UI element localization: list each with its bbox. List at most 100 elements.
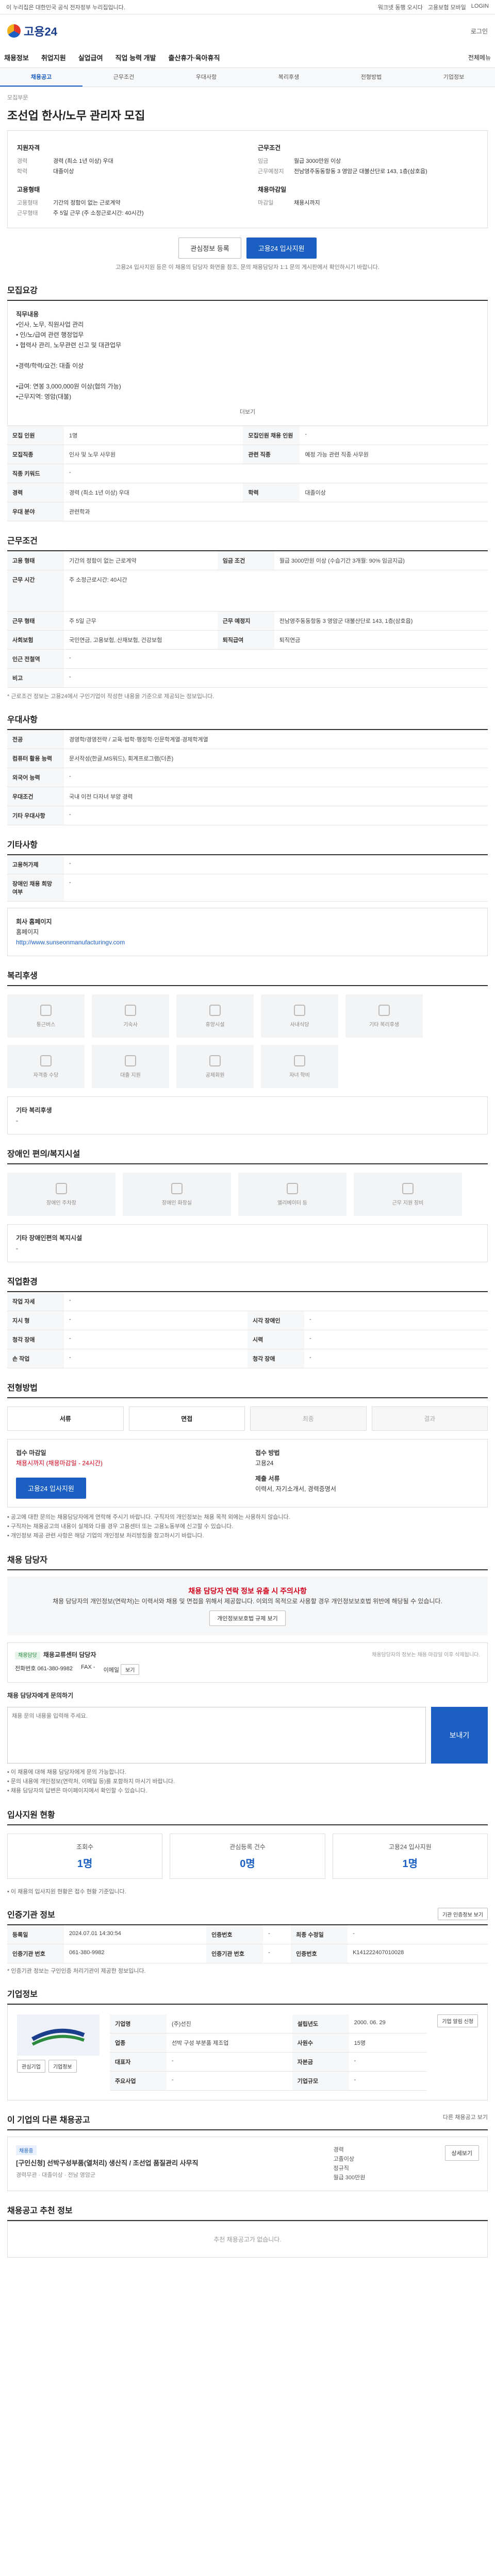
table-value: -	[167, 2052, 292, 2072]
section-title: 인증기관 정보	[7, 1911, 55, 1920]
table-key: 등록일	[7, 1925, 64, 1944]
save-interest-button[interactable]: 관심정보 등록	[178, 238, 241, 259]
table-row: 직종 키워드 -	[7, 464, 488, 483]
disability-card: 장애인 화장실	[123, 1173, 231, 1216]
interest-company-button[interactable]: 관심기업	[17, 2060, 45, 2073]
table-row: 장애인 채용 희망 여부 -	[7, 874, 488, 902]
stat-value: 0명	[240, 1858, 255, 1870]
job-card[interactable]: 채용중 [구인신청] 선박구성부품(열처리) 생산직 / 조선업 품질관리 사무…	[7, 2137, 488, 2191]
restroom-icon	[171, 1182, 183, 1194]
privacy-law-button[interactable]: 개인정보보호법 규제 보기	[209, 1611, 286, 1626]
table-key: 컴퓨터 활용 능력	[7, 749, 64, 768]
table-key: 근무 시간	[7, 570, 64, 612]
section-title-row: 인증기관 정보 기관 인증정보 보기	[7, 1908, 488, 1925]
apply-way-title: 접수 방법	[255, 1449, 280, 1456]
company-card: 관심기업 기업정보 기업명 (주)선진 설립년도 2000. 06. 29 업종 선박 …	[7, 2005, 488, 2100]
table-row: 인근 전철역 -	[7, 649, 488, 669]
stats-note: • 이 채용의 입사지원 현황은 접수 현황 기준입니다.	[7, 1889, 126, 1895]
table-row: 업종 선박 구성 부분품 제조업 사원수 15명	[110, 2033, 427, 2053]
table-value: 대졸이상	[300, 483, 488, 502]
table-value: 퇴직연금	[274, 630, 488, 650]
homepage-box: 회사 홈페이지 홈페이지 http://www.sunseonmanufactu…	[7, 908, 488, 956]
tab-conditions[interactable]: 근무조건	[82, 68, 165, 87]
table-value: -	[64, 874, 488, 902]
welfare-label: 공제회원	[205, 1072, 225, 1078]
tab-welfare[interactable]: 복리후생	[248, 68, 330, 87]
apply-button[interactable]: 고용24 입사지원	[246, 238, 317, 259]
top-link[interactable]: 고용보험 모바일	[428, 3, 466, 11]
top-link[interactable]: LOGIN	[471, 3, 489, 11]
table-value: 061-380-9982	[64, 1944, 207, 1963]
apply-button-2[interactable]: 고용24 입사지원	[16, 1478, 86, 1499]
all-menu-button[interactable]: 전체메뉴	[468, 53, 491, 62]
inquiry-textarea[interactable]	[7, 1707, 426, 1764]
job-summary: 지원자격 경력 경력 (최소 1년 이상) 우대 학력 대졸이상 고용형태 고용형태…	[7, 130, 488, 228]
mutual-aid-icon	[209, 1055, 221, 1066]
table-key: 인증기관 번호	[206, 1944, 263, 1963]
section-title: 우대사항	[7, 713, 488, 730]
table-value: 문서작성(한글,MS워드), 회계프로그램(더존)	[64, 749, 488, 768]
step-document: 서류	[7, 1406, 124, 1431]
welfare-card: 기타 복리후생	[345, 994, 423, 1038]
homepage-link[interactable]: http://www.sunseonmanufacturingv.com	[16, 937, 479, 947]
table-row: 기업명 (주)선진 설립년도 2000. 06. 29	[110, 2014, 427, 2033]
job-line: •인사, 노무, 직원사업 관리	[16, 321, 84, 328]
table-value: -	[300, 426, 488, 445]
gov-notice: 이 누리집은 대한민국 공식 전자정부 누리집입니다.	[6, 4, 125, 11]
job-line: •경력/학력/요건: 대졸 이상	[16, 362, 84, 369]
section-recommend: 채용공고 추천 정보 추천 채용공고가 없습니다.	[7, 2204, 488, 2258]
table-value: -	[64, 806, 488, 825]
summary-key: 학력	[17, 168, 28, 175]
summary-value: 주 5일 근무 (주 소정근로시간: 40시간)	[53, 210, 144, 216]
section-title-row: 이 기업의 다른 채용공고 다른 채용공고 보기	[7, 2113, 488, 2130]
section-welfare: 복리후생 통근버스 기숙사 휴양시설 사내식당 기타 복리후생 자격증 수당 대…	[7, 969, 488, 1134]
tab-selection[interactable]: 전형방법	[330, 68, 412, 87]
loan-icon	[125, 1055, 136, 1066]
job-detail-button[interactable]: 상세보기	[444, 2145, 479, 2161]
job-line	[16, 371, 479, 381]
nav-item[interactable]: 채용정보	[4, 53, 29, 62]
email-view-button[interactable]: 보기	[121, 1664, 140, 1675]
docs-value: 이력서, 자기소개서, 경력증명서	[255, 1485, 336, 1493]
nav-item[interactable]: 직업 능력 개발	[116, 53, 156, 62]
inquiry-title: 채용 담당자에게 문의하기	[7, 1692, 74, 1699]
login-link[interactable]: 로그인	[471, 27, 488, 36]
section-other-jobs: 이 기업의 다른 채용공고 다른 채용공고 보기 채용중 [구인신청] 선박구성부…	[7, 2113, 488, 2191]
table-row: 기타 우대사항 -	[7, 806, 488, 825]
table-row: 모집 인원 1명 모집인원 채용 인원 -	[7, 426, 488, 445]
nav-item[interactable]: 실업급여	[78, 53, 103, 62]
table-row: 모집직종 인사 및 노무 사무원 관련 직종 예정 가능 관련 직종 사무원	[7, 445, 488, 464]
top-link[interactable]: 워크넷 동행 오시다	[378, 3, 423, 11]
disability-card: 장애인 주차장	[7, 1173, 116, 1216]
follow-company-button[interactable]: 기업 알림 신청	[437, 2014, 478, 2027]
tab-company[interactable]: 기업정보	[412, 68, 495, 87]
nav-item[interactable]: 취업지원	[41, 53, 66, 62]
send-button[interactable]: 보내기	[431, 1707, 488, 1764]
more-button[interactable]: 더보기	[16, 407, 479, 417]
site-logo[interactable]: 고용24	[7, 23, 57, 39]
nav-item[interactable]: 출산휴가·육아휴직	[169, 53, 220, 62]
table-row: 컴퓨터 활용 능력 문서작성(한글,MS워드), 회계프로그램(더존)	[7, 749, 488, 768]
job-card-title[interactable]: [구인신청] 선박구성부품(열처리) 생산직 / 조선업 품질관리 사무직	[16, 2158, 325, 2168]
cert-info-button[interactable]: 기관 인증정보 보기	[437, 1908, 488, 1920]
company-info-button[interactable]: 기업정보	[48, 2060, 77, 2073]
welfare-label: 통근버스	[36, 1022, 56, 1028]
summary-key: 고용형태	[17, 200, 38, 206]
tab-recruit[interactable]: 채용공고	[0, 68, 82, 87]
manager-name: 채용교류센터 담당자	[43, 1651, 96, 1658]
table-value: -	[64, 668, 488, 688]
table-value: -	[263, 1944, 291, 1963]
table-row: 우대조건 국내 이전 다자녀 부양 경력	[7, 787, 488, 806]
table-key: 임금 조건	[217, 551, 274, 570]
summary-key: 경력	[17, 158, 28, 164]
table-value: -	[348, 1925, 488, 1944]
tab-preference[interactable]: 우대사항	[165, 68, 248, 87]
deadline-title: 접수 마감일	[16, 1449, 46, 1456]
table-key: 대표자	[110, 2052, 167, 2072]
breadcrumb: 모집부문	[7, 95, 28, 101]
section-title: 이 기업의 다른 채용공고	[7, 2116, 90, 2125]
table-value: -	[64, 1330, 248, 1349]
table-value: -	[64, 768, 488, 787]
table-key: 학력	[243, 483, 300, 502]
other-jobs-more-link[interactable]: 다른 채용공고 보기	[443, 2113, 488, 2125]
